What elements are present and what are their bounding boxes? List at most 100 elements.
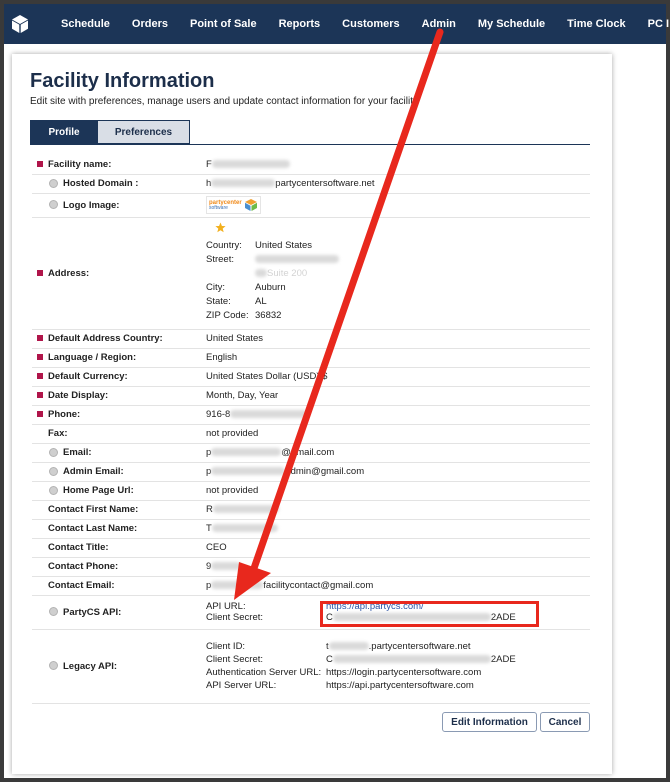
edit-information-button[interactable]: Edit Information [442,712,537,732]
facility-logo-image: partycenter software [206,196,261,215]
page-title: Facility Information [30,70,215,92]
redacted-text [230,410,309,419]
row-phone: Phone: 916-8 [32,405,590,425]
label-partycs-api: PartyCS API: [63,606,122,618]
nav-item-orders[interactable]: Orders [121,18,179,30]
label-fax: Fax: [48,428,68,439]
redacted-text [332,655,491,664]
row-contact-first-name: Contact First Name: R [32,500,590,520]
hosted-domain-link[interactable]: h partycentersoftware.net [206,174,590,194]
label-date-display: Date Display: [48,390,109,401]
help-icon[interactable] [49,447,58,457]
row-facility-name: Facility name: F [32,155,590,175]
label-contact-last-name: Contact Last Name: [48,523,138,534]
row-admin-email: Admin Email: p admin@gmail.com [32,462,590,482]
value-phone: 916-8 [206,409,231,420]
client-secret-highlight-box [320,601,539,627]
label-home-page-url: Home Page Url: [63,485,134,496]
label-email: Email: [63,447,92,458]
tab-preferences[interactable]: Preferences [98,120,190,144]
help-icon[interactable] [49,466,58,476]
value-default-address-country: United States [206,329,590,349]
cube-logo-icon[interactable] [10,4,30,44]
help-icon[interactable] [49,607,58,617]
facility-info-panel: Facility Information Edit site with pref… [12,54,612,774]
label-default-address-country: Default Address Country: [48,333,163,344]
value-contact-title: CEO [206,538,590,558]
legacy-client-id: t .partycentersoftware.net [326,641,590,652]
value-contact-last-name: T [206,523,212,534]
tab-underline [30,144,590,145]
address-zip: 36832 [255,310,282,321]
form-actions: Edit Information Cancel [442,712,590,732]
address-details: Country: United States Street: Suite 200 … [206,237,590,324]
required-marker [37,269,43,276]
label-contact-email: Contact Email: [48,580,115,591]
redacted-text [212,505,279,514]
legacy-client-secret-prefix: C [326,654,333,665]
redacted-text [211,179,276,188]
label-legacy-api: Legacy API: [63,660,118,672]
client-secret-label: Client Secret: [206,612,264,623]
label-facility-name: Facility name: [48,158,112,170]
required-marker [37,411,43,418]
nav-item-time-clock[interactable]: Time Clock [556,18,637,30]
help-icon[interactable] [49,178,58,188]
tab-profile[interactable]: Profile [30,120,98,144]
nav-item-pc[interactable]: PC I [637,18,670,30]
redacted-text [211,562,242,571]
value-contact-first-name: R [206,504,213,515]
row-address: Address: Country: United States Street: S… [32,217,590,330]
required-marker [37,335,43,342]
legacy-api-server: https://api.partycentersoftware.com [326,680,474,691]
star-icon [206,222,590,237]
nav-item-customers[interactable]: Customers [331,18,410,30]
legacy-client-secret-suffix: 2ADE [490,654,516,665]
admin-email-suffix: admin@gmail.com [285,466,365,477]
legacy-client-secret-label: Client Secret: [206,654,264,665]
label-hosted-domain: Hosted Domain : [63,178,139,189]
redacted-text [211,467,286,476]
redacted-text [328,642,369,651]
address-state: AL [255,296,267,307]
help-icon[interactable] [49,200,58,210]
label-contact-title: Contact Title: [48,542,109,553]
address-street-2: Suite 200 [255,268,590,279]
address-street-2-text: Suite 200 [267,268,308,279]
label-phone: Phone: [48,409,81,420]
address-country-label: Country: [206,240,242,251]
email-suffix: @gmail.com [281,447,335,458]
nav-item-reports[interactable]: Reports [268,18,332,30]
help-icon[interactable] [49,485,58,495]
legacy-auth-server-label: Authentication Server URL: [206,667,322,678]
address-city-label: City: [206,282,225,293]
legacy-client-id-label: Client ID: [206,641,246,652]
tab-bar: Profile Preferences [30,120,190,144]
label-default-currency: Default Currency: [48,371,128,382]
redacted-text [211,524,278,533]
address-zip-label: ZIP Code: [206,310,249,321]
row-hosted-domain: Hosted Domain : h partycentersoftware.net [32,174,590,194]
row-contact-phone: Contact Phone: 9 [32,557,590,577]
top-nav: Schedule Orders Point of Sale Reports Cu… [4,4,669,44]
value-date-display: Month, Day, Year [206,386,590,406]
row-default-currency: Default Currency: United States Dollar (… [32,367,590,387]
hosted-domain-suffix: partycentersoftware.net [275,178,375,189]
cancel-button[interactable]: Cancel [540,712,590,732]
value-language-region: English [206,348,590,368]
address-country: United States [255,240,313,251]
nav-item-schedule[interactable]: Schedule [50,18,121,30]
label-contact-phone: Contact Phone: [48,561,119,572]
label-address: Address: [48,267,90,279]
help-icon[interactable] [49,661,58,671]
page-subtitle: Edit site with preferences, manage users… [30,96,418,107]
nav-item-my-schedule[interactable]: My Schedule [467,18,556,30]
nav-item-admin[interactable]: Admin [411,18,467,30]
row-date-display: Date Display: Month, Day, Year [32,386,590,406]
legacy-api-server-label: API Server URL: [206,680,277,691]
nav-item-point-of-sale[interactable]: Point of Sale [179,18,268,30]
value-facility-name: F [206,158,212,170]
logo-subtext: software [209,204,228,211]
label-contact-first-name: Contact First Name: [48,504,139,515]
row-default-address-country: Default Address Country: United States [32,329,590,349]
